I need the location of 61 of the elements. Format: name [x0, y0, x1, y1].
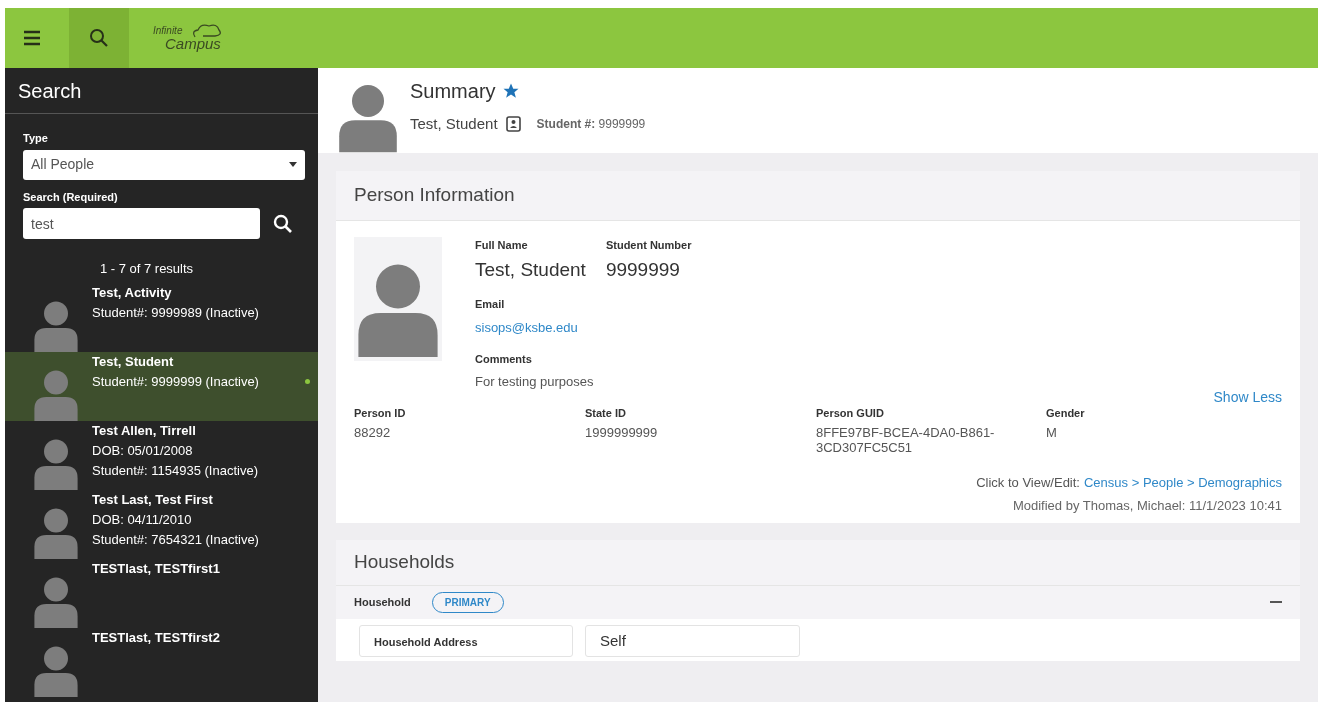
- field-label: Full Name: [475, 238, 529, 253]
- result-name: Test, Student: [92, 352, 175, 371]
- result-item[interactable]: TESTlast, TESTfirst1: [5, 558, 318, 628]
- field-value: 8FFE97BF-BCEA-4DA0-B861-3CD307FC5C51: [816, 424, 996, 455]
- logo-text: Infinite: [153, 25, 184, 36]
- demographics-link[interactable]: Census > People > Demographics: [1084, 472, 1282, 492]
- result-name: TESTlast, TESTfirst2: [92, 628, 221, 647]
- collapse-icon[interactable]: [1270, 600, 1282, 604]
- field-value: M: [1046, 424, 1058, 440]
- caret-icon: [289, 162, 297, 167]
- result-detail: Student#: 9999989 (Inactive): [92, 303, 260, 322]
- result-name: TESTlast, TESTfirst1: [92, 559, 221, 578]
- email-link[interactable]: sisops@ksbe.edu: [475, 317, 692, 337]
- section-title: Households: [354, 549, 455, 574]
- search-icon: [273, 213, 293, 234]
- field-value: Test, Student: [475, 257, 586, 282]
- result-item[interactable]: Test, Student Student#: 9999999 (Inactive): [5, 351, 318, 421]
- section-title: Person Information: [354, 183, 515, 208]
- page-title: Summary: [410, 79, 496, 104]
- logo-text: Campus: [165, 35, 221, 51]
- card-title: Household Address: [374, 635, 478, 648]
- field-label: Person ID: [354, 406, 407, 421]
- student-number: Student #: 9999999: [536, 116, 646, 134]
- search-field[interactable]: test: [23, 208, 260, 239]
- results-count: 1 - 7 of 7 results: [98, 260, 195, 278]
- field-label: Person GUID: [816, 406, 885, 421]
- field-label: Type: [23, 131, 49, 146]
- result-item[interactable]: Test Allen, Tirrell DOB: 05/01/2008 Student#: 1154935 (Inactive): [5, 420, 318, 490]
- result-item[interactable]: Test Last, Test First DOB: 04/11/2010 Student#: 7654321 (Inactive): [5, 489, 318, 559]
- field-label: Comments: [475, 352, 533, 367]
- result-detail: Student#: 7654321 (Inactive): [92, 530, 260, 549]
- modified-text: Modified by Thomas, Michael: 11/1/2023 10:41: [1012, 497, 1282, 515]
- field-label: Email: [475, 297, 506, 312]
- result-detail: Student#: 1154935 (Inactive): [92, 461, 259, 480]
- show-less-link[interactable]: Show Less: [1213, 387, 1282, 408]
- result-name: Test Allen, Tirrell: [92, 421, 197, 440]
- household-label: Household: [354, 594, 411, 610]
- view-edit-label: Click to View/Edit:: [976, 473, 1080, 492]
- menu-icon: [23, 30, 41, 46]
- field-value: 88292: [354, 424, 392, 440]
- result-detail: DOB: 04/11/2010: [92, 510, 193, 529]
- field-value: For testing purposes: [475, 372, 595, 391]
- field-value: 1999999999: [585, 424, 659, 440]
- field-label: Student Number: [605, 238, 692, 253]
- result-detail: Student#: 9999999 (Inactive): [92, 372, 260, 391]
- field-label: Gender: [1046, 406, 1086, 421]
- type-dropdown[interactable]: All People: [23, 149, 305, 180]
- field-label: State ID: [585, 406, 627, 421]
- sidebar-title: Search: [18, 78, 82, 104]
- result-item[interactable]: Test, Activity Student#: 9999989 (Inactive): [5, 282, 318, 352]
- field-label: Search (Required): [23, 189, 119, 205]
- id-card-icon[interactable]: [505, 116, 521, 133]
- student-name: Test, Student: [410, 114, 498, 134]
- result-detail: DOB: 05/01/2008: [92, 441, 194, 460]
- search-icon: [89, 28, 109, 48]
- field-value: 9999999: [605, 257, 681, 282]
- star-icon[interactable]: [501, 82, 520, 100]
- result-name: Test Last, Test First: [92, 490, 214, 509]
- result-item[interactable]: TESTlast, TESTfirst2: [5, 627, 318, 697]
- card-title: Self: [600, 631, 626, 649]
- result-name: Test, Activity: [92, 283, 173, 302]
